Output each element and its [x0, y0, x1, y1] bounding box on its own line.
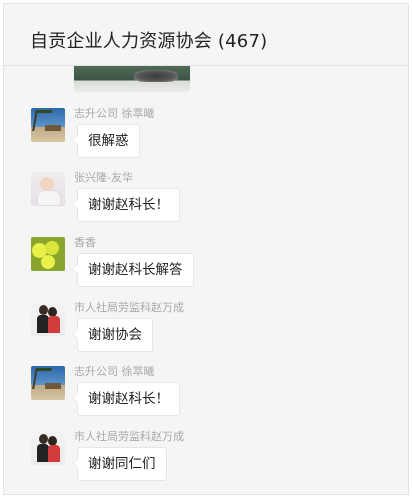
- chat-message: 张兴隆-友华 谢谢赵科长！: [31, 171, 401, 232]
- chat-message: 市人社局劳监科赵万成 谢谢同仁们: [31, 430, 401, 491]
- chat-message: 志升公司 徐萃曦 谢谢赵科长！: [31, 365, 401, 426]
- message-bubble[interactable]: 谢谢协会: [72, 318, 153, 352]
- sender-name: 市人社局劳监科赵万成: [74, 301, 184, 314]
- group-title: 自贡企业人力资源协会 (467): [30, 31, 268, 52]
- avatar[interactable]: [31, 108, 65, 142]
- chat-header: 自贡企业人力资源协会 (467): [4, 4, 408, 66]
- sender-name: 志升公司 徐萃曦: [74, 107, 155, 120]
- message-bubble[interactable]: 谢谢赵科长解答: [72, 253, 194, 287]
- message-bubble[interactable]: 很解惑: [72, 124, 140, 158]
- chat-message: 香香 谢谢赵科长解答: [31, 236, 401, 297]
- shared-image-message[interactable]: [74, 66, 190, 92]
- avatar[interactable]: [31, 237, 65, 271]
- avatar[interactable]: [31, 172, 65, 206]
- avatar[interactable]: [31, 431, 65, 465]
- avatar[interactable]: [31, 366, 65, 400]
- sender-name: 香香: [74, 236, 96, 249]
- avatar[interactable]: [31, 302, 65, 336]
- chat-message: 志升公司 徐萃曦 很解惑: [31, 107, 401, 168]
- sender-name: 市人社局劳监科赵万成: [74, 430, 184, 443]
- message-bubble[interactable]: 谢谢同仁们: [72, 447, 167, 481]
- chat-window: 自贡企业人力资源协会 (467) 志升公司 徐萃曦 很解惑 张兴隆-友华 谢谢赵…: [3, 3, 409, 495]
- sender-name: 张兴隆-友华: [74, 171, 133, 184]
- chat-message: 市人社局劳监科赵万成 谢谢协会: [31, 301, 401, 362]
- sender-name: 志升公司 徐萃曦: [74, 365, 155, 378]
- message-bubble[interactable]: 谢谢赵科长！: [72, 382, 180, 416]
- message-bubble[interactable]: 谢谢赵科长！: [72, 188, 180, 222]
